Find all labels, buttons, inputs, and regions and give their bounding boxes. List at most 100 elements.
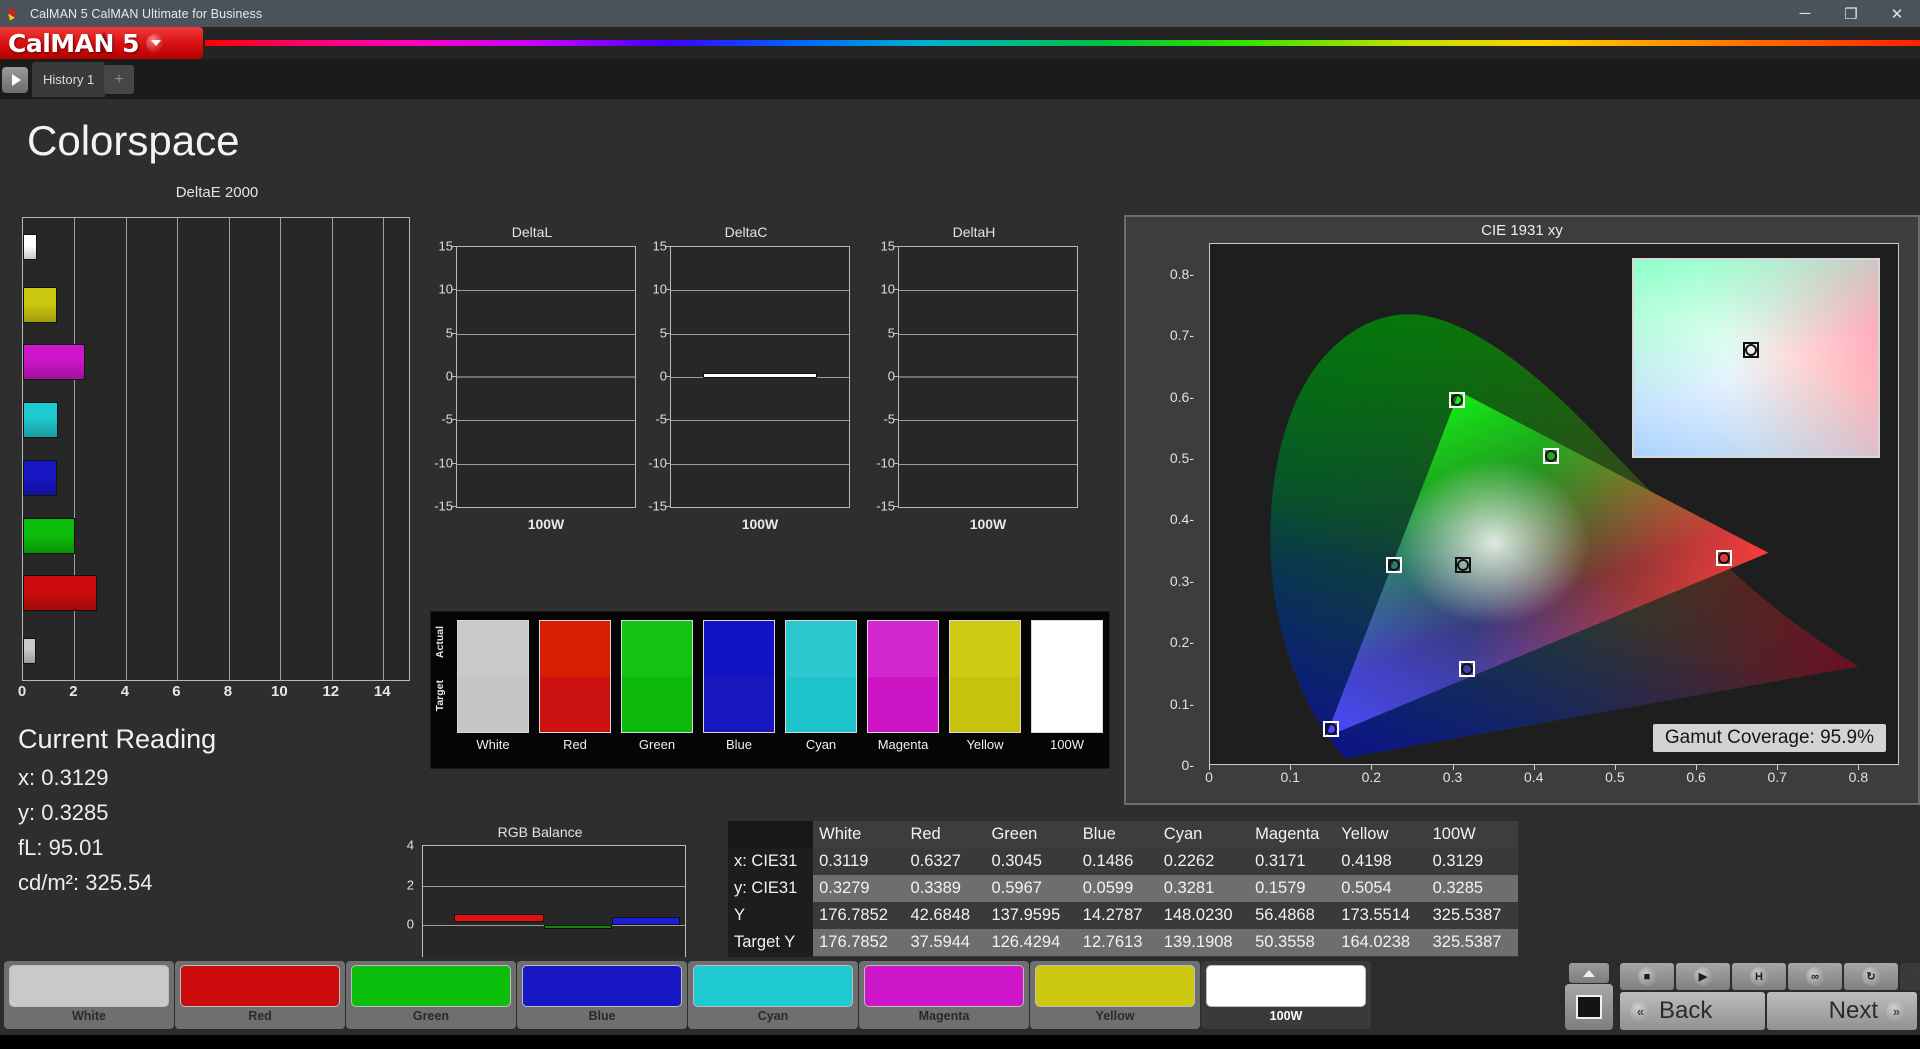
table-cell: 42.6848 [904, 902, 985, 929]
patch-button-blue[interactable]: Blue [517, 961, 687, 1029]
table-row: x: CIE310.31190.63270.30450.14860.22620.… [728, 848, 1518, 875]
deltal-title: DeltaL [428, 224, 636, 240]
deltae-bar [23, 287, 57, 323]
x-tick-label: 4 [121, 683, 129, 700]
y-tick [894, 463, 899, 464]
grid-line [280, 218, 281, 680]
table-cell: 0.5054 [1335, 875, 1426, 902]
patch-button-magenta[interactable]: Magenta [859, 961, 1029, 1029]
add-tab-button[interactable]: + [104, 65, 134, 94]
cie-y-tick-label: 0.5- [1150, 450, 1194, 466]
table-cell: 148.0230 [1158, 902, 1249, 929]
y-tick [666, 333, 671, 334]
patch-button-cyan[interactable]: Cyan [688, 961, 858, 1029]
x-tick-label: 10 [271, 683, 288, 700]
data-trace [457, 376, 635, 378]
table-cell: 0.3045 [985, 848, 1076, 875]
y-tick [894, 333, 899, 334]
cie-y-tick-label: 0.7- [1150, 327, 1194, 343]
table-header-row: WhiteRedGreenBlueCyanMagentaYellow100W [728, 821, 1518, 848]
swatch-label: Magenta [867, 737, 939, 752]
pause-marker-button[interactable]: H [1732, 963, 1786, 990]
swatch-label: Green [621, 737, 693, 752]
table-cell: 0.0599 [1077, 875, 1158, 902]
cie-x-tick [1209, 765, 1210, 770]
logo-text: CalMAN 5 [8, 29, 139, 58]
chevron-down-icon[interactable] [146, 34, 165, 53]
table-cell: 173.5514 [1335, 902, 1426, 929]
x-tick-label: 14 [374, 683, 391, 700]
swatch-white [457, 620, 529, 733]
tab-history-1[interactable]: History 1 [32, 62, 105, 97]
inactive-button[interactable] [1900, 963, 1920, 990]
cie-1931-plot: Gamut Coverage: 95.9% [1209, 243, 1899, 765]
deltah-x-label: 100W [898, 516, 1078, 532]
y-tick-label: 15 [419, 239, 453, 254]
maximize-button[interactable]: ❐ [1828, 0, 1874, 27]
cie-x-tick [1615, 765, 1616, 770]
table-cell: 12.7613 [1077, 929, 1158, 956]
y-tick [894, 246, 899, 247]
patch-label: Red [175, 1009, 345, 1023]
deltal-plot-area [456, 246, 636, 508]
y-tick [666, 289, 671, 290]
next-button[interactable]: Next » [1767, 992, 1917, 1030]
y-tick-label: 5 [861, 325, 895, 340]
swatch-actual [950, 621, 1020, 677]
stop-button[interactable]: ■ [1620, 963, 1674, 990]
chevron-up-icon[interactable] [1569, 963, 1609, 983]
cie-x-tick-label: 0.8 [1849, 769, 1868, 785]
table-row: Y176.785242.6848137.959514.2787148.02305… [728, 902, 1518, 929]
y-tick-label: 5 [419, 325, 453, 340]
patch-label: 100W [1201, 1009, 1371, 1023]
window-controls: ─ ❐ ✕ [1782, 0, 1920, 27]
table-cell: 0.1486 [1077, 848, 1158, 875]
current-reading-panel: Current Reading x: 0.3129 y: 0.3285 fL: … [18, 724, 216, 905]
swatch-green [621, 620, 693, 733]
play-icon: ▶ [1694, 967, 1713, 986]
main-content: Colorspace DeltaE 2000 02468101214 Delta… [0, 99, 1920, 957]
grid-line [899, 464, 1077, 465]
patch-button-green[interactable]: Green [346, 961, 516, 1029]
patch-button-red[interactable]: Red [175, 961, 345, 1029]
actual-vs-target-swatches: Actual Target WhiteRedGreenBlueCyanMagen… [430, 611, 1110, 769]
swatch-actual [704, 621, 774, 677]
patch-label: Blue [517, 1009, 687, 1023]
stop-icon[interactable] [1565, 984, 1613, 1030]
patch-button-white[interactable]: White [4, 961, 174, 1029]
loop-button[interactable]: ∞ [1788, 963, 1842, 990]
grid-line [899, 334, 1077, 335]
x-tick-label: 6 [172, 683, 180, 700]
color-picker-preview[interactable] [1632, 258, 1880, 458]
deltae-bar [23, 518, 75, 554]
back-button[interactable]: « Back [1620, 992, 1765, 1030]
swatch-label: Yellow [949, 737, 1021, 752]
table-cell: 0.1579 [1249, 875, 1335, 902]
table-cell: 0.3171 [1249, 848, 1335, 875]
patch-button-yellow[interactable]: Yellow [1030, 961, 1200, 1029]
calman-logo[interactable]: CalMAN 5 [0, 27, 203, 59]
app-logo-icon [7, 6, 23, 22]
y-tick [452, 506, 457, 507]
patch-color-chip [1035, 965, 1195, 1007]
deltae-bar [23, 402, 58, 438]
grid-line [457, 334, 635, 335]
table-col-header: Green [985, 821, 1076, 848]
play-icon[interactable] [2, 67, 28, 93]
swatch-label: Cyan [785, 737, 857, 752]
y-tick-label: 2 [392, 877, 414, 892]
refresh-icon: ↻ [1862, 967, 1881, 986]
patch-button-100w[interactable]: 100W [1201, 961, 1371, 1029]
y-tick-label: 5 [633, 325, 667, 340]
refresh-button[interactable]: ↻ [1844, 963, 1898, 990]
y-tick [666, 419, 671, 420]
cie-y-tick-label: 0.6- [1150, 389, 1194, 405]
minimize-button[interactable]: ─ [1782, 0, 1828, 27]
table-cell: 325.5387 [1427, 929, 1518, 956]
close-button[interactable]: ✕ [1874, 0, 1920, 27]
cie-x-tick-label: 0.4 [1524, 769, 1543, 785]
rgb-green-trace [544, 925, 612, 929]
deltal-x-label: 100W [456, 516, 636, 532]
patch-color-chip [9, 965, 169, 1007]
play-button[interactable]: ▶ [1676, 963, 1730, 990]
